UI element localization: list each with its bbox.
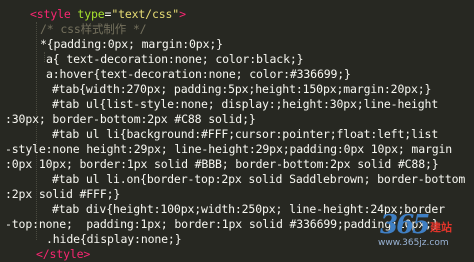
code-line: #tab{width:270px; padding:5px;height:150… [52,82,431,97]
code-token: :2px solid #FFF;} [5,187,121,201]
watermark-url: www.365jz.com [378,238,449,248]
code-line: :2px solid #FFF;} [5,187,120,202]
code-token: #tab ul li.on{border-top:2px solid Saddl… [52,172,466,186]
code-token: :0px 10px; border:1px solid #BBB; border… [5,157,439,171]
code-line: </style> [36,247,90,262]
watermark-number: 365 [380,210,430,240]
code-token: #tab ul{list-style:none; display:;height… [52,97,439,111]
code-token: "text/css" [111,7,180,21]
code-line: .hide{display:none;} [46,232,182,247]
code-token: *{padding:0px; margin:0px;} [40,37,223,51]
code-token: a:hover{text-decoration:none; color:#336… [46,67,351,81]
code-line: #tab ul{list-style:none; display:;height… [52,97,438,112]
code-line: <style type="text/css"> [30,7,186,22]
code-token: -style:none height:29px; line-height:29p… [5,142,453,156]
code-line: :30px; border-bottom:2px #C88 solid;} [5,112,256,127]
code-token: .hide{display:none;} [46,232,182,246]
code-token: type [77,7,105,21]
code-line: /* css样式制作 */ [40,22,147,37]
code-line: #tab ul li{background:#FFF;cursor:pointe… [52,127,438,142]
code-line: a{ text-decoration:none; color:black;} [46,52,304,67]
code-token: #tab{width:270px; padding:5px;height:150… [52,82,432,96]
indent-guide [44,52,45,62]
watermark-brand: 建站 [430,221,452,234]
code-token: > [179,7,186,21]
code-token: #tab ul li{background:#FFF;cursor:pointe… [52,127,439,141]
site-watermark-logo: 365 建站 www.365jz.com [378,210,468,250]
code-token: :30px; border-bottom:2px #C88 solid;} [5,112,256,126]
code-token: <style [30,7,78,21]
code-line: *{padding:0px; margin:0px;} [40,37,223,52]
code-line: #tab ul li.on{border-top:2px solid Saddl… [52,172,465,187]
code-line: :0px 10px; border:1px solid #BBB; border… [5,157,439,172]
code-token: a{ text-decoration:none; color:black;} [46,52,304,66]
code-token: -top:none; padding:1px; border:1px solid… [5,217,439,231]
code-line: -top:none; padding:1px; border:1px solid… [5,217,439,232]
code-token: /* css样式制作 */ [40,22,147,36]
code-line: -style:none height:29px; line-height:29p… [5,142,452,157]
code-line: a:hover{text-decoration:none; color:#336… [46,67,351,82]
indent-guide [36,22,37,240]
code-token: </style> [36,247,91,261]
